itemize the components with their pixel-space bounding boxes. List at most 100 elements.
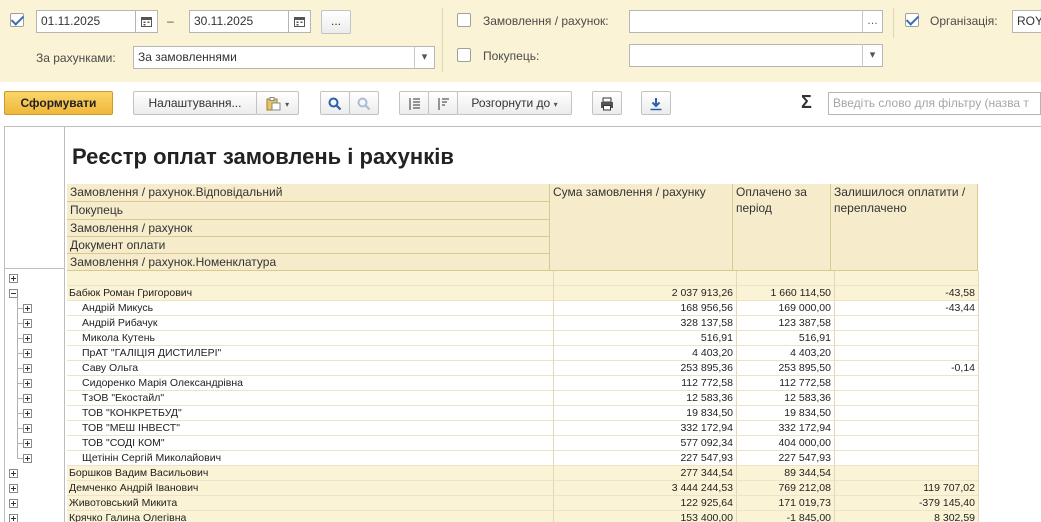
expand-icon[interactable] <box>9 274 18 283</box>
row-name-cell: Андрій Рибачук <box>67 316 554 331</box>
org-checkbox[interactable] <box>905 13 919 27</box>
buyer-field[interactable] <box>629 44 883 67</box>
detail-row[interactable]: Щетінін Сергій Миколайович 227 547,93 227 … <box>67 451 979 466</box>
header-responsible: Замовлення / рахунок.Відповідальний <box>67 184 550 202</box>
row-paid-cell: 112 772,58 <box>737 376 835 391</box>
row-name-cell: Саву Ольга <box>67 361 554 376</box>
save-button[interactable] <box>641 91 671 115</box>
header-nomenclature: Замовлення / рахунок.Номенклатура <box>67 254 550 271</box>
order-checkbox[interactable] <box>457 13 471 27</box>
period-dash: – <box>167 14 174 28</box>
row-name-cell: ПрАТ "ГАЛІЦІЯ ДИСТИЛЕРІ" <box>67 346 554 361</box>
sort-ascending-icon <box>409 97 420 110</box>
row-left-cell <box>835 421 979 436</box>
order-select-button[interactable]: … <box>862 10 883 33</box>
tree-connector <box>17 458 23 459</box>
divider <box>893 8 894 38</box>
row-left-cell <box>835 331 979 346</box>
expand-icon[interactable] <box>9 499 18 508</box>
expand-icon[interactable] <box>23 379 32 388</box>
group-row[interactable]: Демченко Андрій Іванович 3 444 244,53 769 … <box>67 481 979 496</box>
group-row[interactable]: Крячко Галина Олегівна 153 400,00 -1 845,0… <box>67 511 979 522</box>
buyer-dropdown-icon[interactable]: ▾ <box>862 44 883 67</box>
row-sum-cell <box>554 271 737 286</box>
group-row[interactable] <box>67 271 979 286</box>
expand-icon[interactable] <box>23 304 32 313</box>
expand-icon[interactable] <box>23 319 32 328</box>
filter-panel: 01.11.2025 – 30.11.2025 ... За рахунками… <box>0 0 1041 82</box>
buyer-checkbox[interactable] <box>457 48 471 62</box>
row-sum-cell: 277 344,54 <box>554 466 737 481</box>
search-reset-button[interactable] <box>349 91 379 115</box>
org-field[interactable]: ROY <box>1012 10 1041 33</box>
sum-icon[interactable]: Σ <box>801 92 812 113</box>
row-left-cell: -0,14 <box>835 361 979 376</box>
search-button[interactable] <box>320 91 350 115</box>
buyer-label: Покупець: <box>483 49 540 63</box>
row-paid-cell: 19 834,50 <box>737 406 835 421</box>
header-paid: Оплачено за період <box>733 184 831 271</box>
detail-row[interactable]: ТОВ "СОДІ КОМ" 577 092,34 404 000,00 <box>67 436 979 451</box>
row-paid-cell: 89 344,54 <box>737 466 835 481</box>
expand-icon[interactable] <box>9 469 18 478</box>
expand-icon[interactable] <box>23 364 32 373</box>
chevron-down-icon[interactable]: ▾ <box>414 46 435 69</box>
expand-icon[interactable] <box>9 484 18 493</box>
calendar-from-icon[interactable] <box>135 10 158 33</box>
filter-search-input[interactable]: Введіть слово для фільтру (назва т <box>828 92 1041 115</box>
by-accounts-select[interactable]: За замовленнями <box>133 46 435 69</box>
detail-row[interactable]: Андрій Рибачук 328 137,58 123 387,58 <box>67 316 979 331</box>
expand-icon[interactable] <box>23 349 32 358</box>
row-sum-cell: 577 092,34 <box>554 436 737 451</box>
sort-desc-button[interactable] <box>428 91 458 115</box>
order-field[interactable] <box>629 10 883 33</box>
header-order-sum: Сума замовлення / рахунку <box>550 184 733 271</box>
order-label: Замовлення / рахунок: <box>483 14 609 28</box>
expand-icon[interactable] <box>23 409 32 418</box>
expand-icon[interactable] <box>9 514 18 522</box>
report-title: Реєстр оплат замовлень і рахунків <box>72 144 454 169</box>
row-left-cell: -43,44 <box>835 301 979 316</box>
sort-asc-button[interactable] <box>399 91 429 115</box>
row-sum-cell: 19 834,50 <box>554 406 737 421</box>
period-checkbox[interactable] <box>10 13 24 27</box>
detail-row[interactable]: ПрАТ "ГАЛІЦІЯ ДИСТИЛЕРІ" 4 403,20 4 403,20 <box>67 346 979 361</box>
row-left-cell: -43,58 <box>835 286 979 301</box>
detail-row[interactable]: Андрій Микусь 168 956,56 169 000,00 -43,44 <box>67 301 979 316</box>
expand-icon[interactable] <box>23 454 32 463</box>
row-left-cell <box>835 391 979 406</box>
generate-button[interactable]: Сформувати <box>4 91 113 115</box>
print-button[interactable] <box>592 91 622 115</box>
expand-to-label: Розгорнути до <box>471 96 551 110</box>
header-gutter-line <box>5 268 65 269</box>
group-row[interactable]: Бабюк Роман Григорович 2 037 913,26 1 660 … <box>67 286 979 301</box>
row-paid-cell: 123 387,58 <box>737 316 835 331</box>
expand-icon[interactable] <box>23 439 32 448</box>
expand-icon[interactable] <box>23 394 32 403</box>
expand-icon[interactable] <box>23 424 32 433</box>
detail-row[interactable]: ТОВ "МЕШ ІНВЕСТ" 332 172,94 332 172,94 <box>67 421 979 436</box>
detail-row[interactable]: Сидоренко Марія Олександрівна 112 772,58 1… <box>67 376 979 391</box>
row-left-cell <box>835 466 979 481</box>
row-paid-cell: 227 547,93 <box>737 451 835 466</box>
calendar-to-icon[interactable] <box>288 10 311 33</box>
expand-icon[interactable] <box>23 334 32 343</box>
row-sum-cell: 227 547,93 <box>554 451 737 466</box>
detail-row[interactable]: ТОВ "КОНКРЕТБУД" 19 834,50 19 834,50 <box>67 406 979 421</box>
header-payment-doc: Документ оплати <box>67 237 550 254</box>
detail-row[interactable]: Саву Ольга 253 895,36 253 895,50 -0,14 <box>67 361 979 376</box>
settings-button[interactable]: Налаштування... <box>133 91 257 115</box>
tree-gutter <box>5 127 65 522</box>
detail-row[interactable]: Микола Кутень 516,91 516,91 <box>67 331 979 346</box>
date-from-value: 01.11.2025 <box>41 14 101 28</box>
row-sum-cell: 332 172,94 <box>554 421 737 436</box>
row-sum-cell: 168 956,56 <box>554 301 737 316</box>
variants-button[interactable]: ▾ <box>256 91 299 115</box>
expand-to-button[interactable]: Розгорнути до ▾ <box>457 91 572 115</box>
search-icon <box>328 97 342 111</box>
group-row[interactable]: Боршков Вадим Васильович 277 344,54 89 344… <box>67 466 979 481</box>
group-row[interactable]: Животовський Микита 122 925,64 171 019,73-… <box>67 496 979 511</box>
period-select-button[interactable]: ... <box>321 10 351 34</box>
detail-row[interactable]: ТзОВ "Екостайл" 12 583,36 12 583,36 <box>67 391 979 406</box>
row-paid-cell: 171 019,73 <box>737 496 835 511</box>
